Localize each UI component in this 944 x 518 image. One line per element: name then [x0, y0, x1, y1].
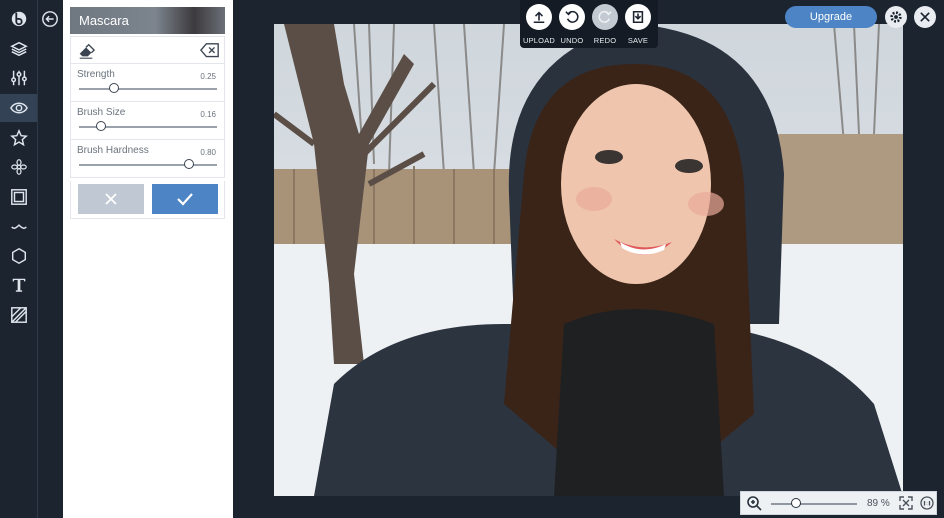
strength-control: Strength 0.25	[70, 64, 225, 102]
brush-hardness-control: Brush Hardness 0.80	[70, 140, 225, 178]
strength-slider-handle[interactable]	[108, 83, 119, 93]
redo-icon	[592, 4, 618, 30]
texture-icon[interactable]	[0, 301, 37, 329]
close-icon	[105, 193, 117, 205]
brush-hardness-value: 0.80	[200, 148, 216, 157]
brush-size-label: Brush Size	[77, 107, 126, 118]
panel-actions	[70, 181, 225, 219]
zoom-slider-handle[interactable]	[790, 498, 801, 508]
shape-icon[interactable]	[0, 242, 37, 270]
mascara-panel: Mascara Strength 0.25 Brush Size 0.16 Br…	[63, 0, 233, 518]
strength-value: 0.25	[200, 72, 216, 81]
eye-icon[interactable]	[0, 94, 37, 122]
brush-size-control: Brush Size 0.16	[70, 102, 225, 140]
back-arrow-icon[interactable]	[41, 10, 59, 28]
zoom-bar: 89 %	[740, 491, 937, 515]
save-button[interactable]: SAVE	[621, 4, 655, 45]
panel-title: Mascara	[70, 7, 225, 34]
back-column	[38, 0, 63, 518]
brush-hardness-slider[interactable]	[79, 164, 217, 166]
save-icon	[625, 4, 651, 30]
redo-label: REDO	[593, 36, 617, 45]
tool-rail	[0, 0, 38, 518]
top-toolbar: UPLOAD UNDO REDO SAVE	[520, 0, 658, 48]
undo-icon	[559, 4, 585, 30]
zoom-value: 89 %	[867, 498, 890, 509]
brush-hardness-label: Brush Hardness	[77, 145, 149, 156]
upload-icon	[526, 4, 552, 30]
save-label: SAVE	[627, 36, 649, 45]
sliders-icon[interactable]	[0, 64, 37, 92]
frame-icon[interactable]	[0, 183, 37, 211]
text-icon[interactable]	[0, 271, 37, 299]
eraser-icon[interactable]	[77, 42, 96, 60]
actual-size-icon[interactable]	[920, 496, 934, 510]
brush-size-value: 0.16	[200, 110, 216, 119]
upgrade-button[interactable]: Upgrade	[785, 6, 877, 28]
brush-hardness-slider-handle[interactable]	[184, 159, 195, 169]
cancel-button[interactable]	[78, 184, 144, 214]
checkmark-icon	[177, 193, 193, 206]
logo-icon[interactable]	[0, 4, 37, 32]
layers-icon[interactable]	[0, 35, 37, 63]
undo-button[interactable]: UNDO	[555, 4, 589, 45]
strength-label: Strength	[77, 69, 115, 80]
photo-canvas[interactable]	[274, 24, 903, 496]
fit-screen-icon[interactable]	[899, 496, 913, 510]
undo-label: UNDO	[560, 36, 584, 45]
zoom-slider[interactable]	[771, 503, 857, 505]
edited-photo	[274, 24, 903, 496]
apply-button[interactable]	[152, 184, 218, 214]
star-icon[interactable]	[0, 124, 37, 152]
flower-icon[interactable]	[0, 153, 37, 181]
upload-label: UPLOAD	[522, 36, 556, 45]
close-icon[interactable]	[914, 6, 936, 28]
strength-slider[interactable]	[79, 88, 217, 90]
redo-button[interactable]: REDO	[588, 4, 622, 45]
zoom-in-icon[interactable]	[746, 495, 762, 511]
mustache-icon[interactable]	[0, 212, 37, 240]
settings-gear-icon[interactable]	[885, 6, 907, 28]
clear-icon[interactable]	[200, 42, 220, 60]
upload-button[interactable]: UPLOAD	[522, 4, 556, 45]
brush-size-slider-handle[interactable]	[96, 121, 107, 131]
brush-tool-row	[70, 36, 225, 64]
